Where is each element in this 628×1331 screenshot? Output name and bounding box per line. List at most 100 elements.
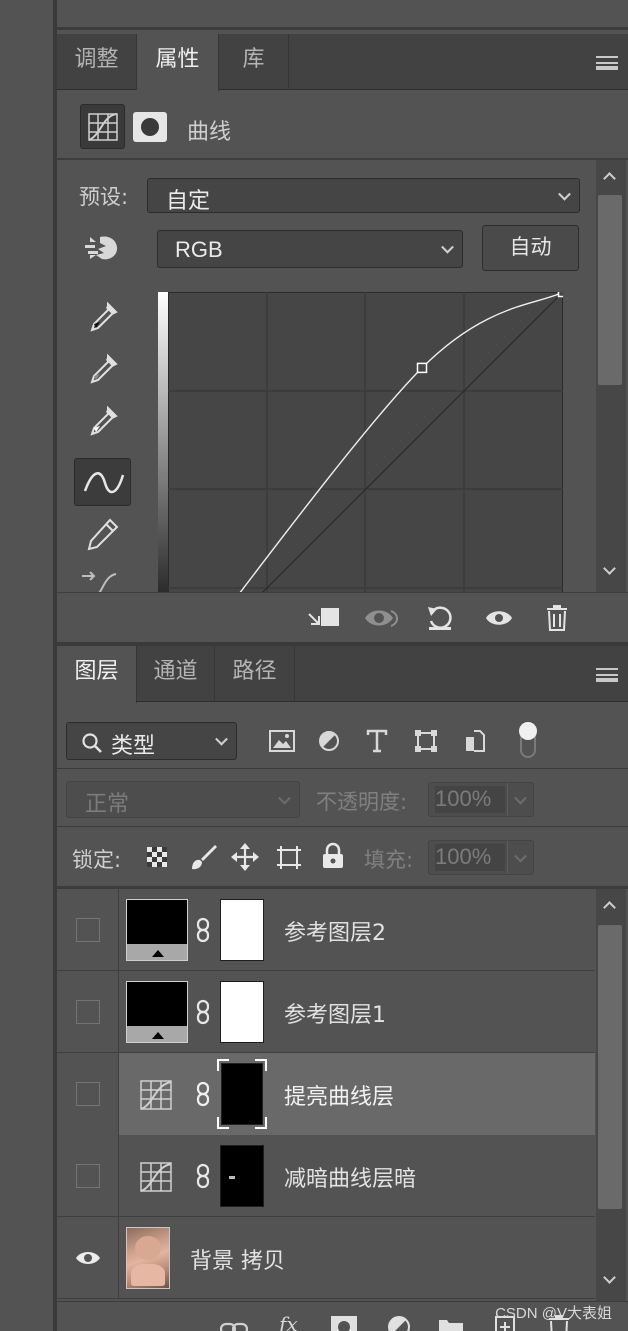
background-layer-thumbnail[interactable] — [126, 1227, 170, 1289]
new-adjustment-layer-icon[interactable] — [387, 1315, 411, 1331]
new-group-folder-icon[interactable] — [437, 1316, 465, 1331]
curve-control-point[interactable] — [557, 292, 564, 298]
link-layers-icon[interactable] — [219, 1316, 249, 1331]
curve-point-tool-icon[interactable] — [74, 458, 131, 506]
hidden-visibility-box[interactable] — [76, 1164, 100, 1188]
pencil-tool-icon[interactable] — [86, 516, 120, 552]
chain-link-icon[interactable] — [195, 1163, 211, 1189]
selected-mask-thumbnail[interactable] — [217, 1059, 267, 1129]
layer-mask-thumbnail[interactable] — [220, 899, 264, 961]
layer-row[interactable]: 背景 拷贝 — [57, 1217, 595, 1299]
channel-select[interactable]: RGB — [157, 230, 463, 268]
layer-style-fx-icon[interactable]: fx — [279, 1312, 298, 1331]
fill-field[interactable]: 100% — [428, 840, 534, 875]
sample-white-eyedropper-icon[interactable] — [86, 404, 120, 440]
layer-name[interactable]: 减暗曲线层暗 — [284, 1161, 416, 1193]
type-layer-filter-icon[interactable] — [366, 729, 388, 753]
layer-row[interactable]: 参考图层1 — [57, 971, 595, 1053]
curve-control-point[interactable] — [416, 362, 428, 374]
reset-icon[interactable] — [425, 603, 455, 633]
lock-label: 锁定: — [72, 848, 122, 872]
shape-layer-filter-icon[interactable] — [414, 729, 438, 753]
sample-black-eyedropper-icon[interactable] — [86, 300, 120, 336]
opacity-field[interactable]: 100% — [428, 782, 534, 817]
curves-adjustment-icon[interactable] — [139, 1161, 173, 1193]
lock-artboard-icon[interactable] — [275, 843, 303, 871]
clip-to-layer-icon[interactable] — [305, 606, 341, 630]
add-mask-icon[interactable] — [331, 1316, 357, 1331]
scrollbar-thumb[interactable] — [598, 925, 622, 1209]
threshold-layer-thumbnail[interactable] — [126, 899, 188, 961]
lock-all-icon[interactable] — [321, 842, 345, 870]
hidden-visibility-box[interactable] — [76, 1000, 100, 1024]
visibility-toggle[interactable] — [57, 889, 119, 971]
preset-value: 自定 — [166, 189, 211, 214]
panel-menu-icon[interactable] — [596, 668, 618, 682]
trash-icon[interactable] — [545, 604, 569, 632]
chevron-down-icon[interactable] — [603, 562, 616, 575]
chevron-down-icon — [278, 791, 291, 805]
view-previous-state-icon[interactable] — [363, 605, 401, 631]
visibility-toggle[interactable] — [57, 1053, 119, 1135]
panel-menu-icon[interactable] — [596, 56, 618, 70]
chevron-up-icon[interactable] — [603, 172, 616, 185]
layer-row[interactable]: 减暗曲线层暗 — [57, 1135, 595, 1217]
layer-mask-thumbnail[interactable] — [220, 981, 264, 1043]
mask-properties-icon[interactable] — [133, 112, 167, 142]
chevron-down-icon — [558, 187, 571, 201]
lock-image-pixels-icon[interactable] — [189, 843, 217, 871]
lock-position-icon[interactable] — [231, 843, 259, 871]
threshold-layer-thumbnail[interactable] — [126, 981, 188, 1043]
scrollbar-thumb[interactable] — [598, 195, 622, 385]
on-image-adjust-hand-icon[interactable] — [82, 233, 122, 265]
layer-name[interactable]: 参考图层1 — [284, 997, 386, 1029]
smooth-curve-tool-icon[interactable] — [80, 566, 120, 592]
chevron-up-icon[interactable] — [603, 901, 616, 914]
chain-link-icon[interactable] — [195, 999, 211, 1025]
previous-panel-stub — [57, 0, 628, 30]
layer-mask-thumbnail[interactable] — [220, 1145, 264, 1207]
tab-libraries[interactable]: 库 — [219, 34, 289, 90]
curves-adjustment-icon[interactable] — [80, 104, 125, 149]
pixel-layer-filter-icon[interactable] — [269, 730, 295, 752]
chevron-down-icon — [514, 791, 527, 805]
tab-adjustments[interactable]: 调整 — [57, 34, 137, 90]
hidden-visibility-box[interactable] — [76, 918, 100, 942]
preset-select[interactable]: 自定 — [147, 178, 580, 214]
fill-value: 100% — [435, 844, 505, 871]
visibility-eye-icon[interactable] — [485, 607, 513, 629]
lock-transparent-pixels-icon[interactable] — [146, 846, 168, 868]
blend-mode-select[interactable]: 正常 — [66, 781, 300, 818]
curve-graph[interactable] — [168, 292, 563, 592]
tab-properties[interactable]: 属性 — [137, 34, 219, 91]
sample-gray-eyedropper-icon[interactable] — [86, 352, 120, 388]
eye-icon[interactable] — [75, 1249, 101, 1267]
tab-layers[interactable]: 图层 — [57, 646, 137, 703]
chevron-down-icon[interactable] — [603, 1271, 616, 1284]
adjustment-layer-filter-icon[interactable] — [318, 730, 340, 752]
filter-toggle-switch[interactable] — [518, 722, 538, 760]
layer-name[interactable]: 参考图层2 — [284, 915, 386, 947]
layer-name[interactable]: 提亮曲线层 — [284, 1079, 394, 1111]
curves-adjustment-icon[interactable] — [139, 1079, 173, 1111]
divider — [57, 768, 628, 769]
visibility-toggle[interactable] — [57, 1135, 119, 1217]
chain-link-icon[interactable] — [195, 1081, 211, 1107]
layers-scrollbar[interactable] — [596, 889, 626, 1301]
hidden-visibility-box[interactable] — [76, 1082, 100, 1106]
auto-button[interactable]: 自动 — [482, 225, 579, 271]
properties-footer — [57, 592, 628, 642]
layer-filter-select[interactable]: 类型 — [66, 722, 237, 760]
layer-row[interactable]: 参考图层2 — [57, 889, 595, 971]
chain-link-icon[interactable] — [195, 917, 211, 943]
tab-paths[interactable]: 路径 — [215, 646, 295, 702]
blend-mode-value: 正常 — [85, 792, 130, 817]
channel-value: RGB — [175, 237, 223, 262]
layer-row-selected[interactable]: 提亮曲线层 — [57, 1053, 595, 1135]
visibility-toggle[interactable] — [57, 971, 119, 1053]
visibility-toggle[interactable] — [57, 1217, 119, 1299]
layer-name[interactable]: 背景 拷贝 — [190, 1243, 285, 1275]
smart-object-filter-icon[interactable] — [464, 729, 486, 753]
properties-scrollbar[interactable] — [596, 160, 626, 592]
tab-channels[interactable]: 通道 — [137, 646, 215, 702]
